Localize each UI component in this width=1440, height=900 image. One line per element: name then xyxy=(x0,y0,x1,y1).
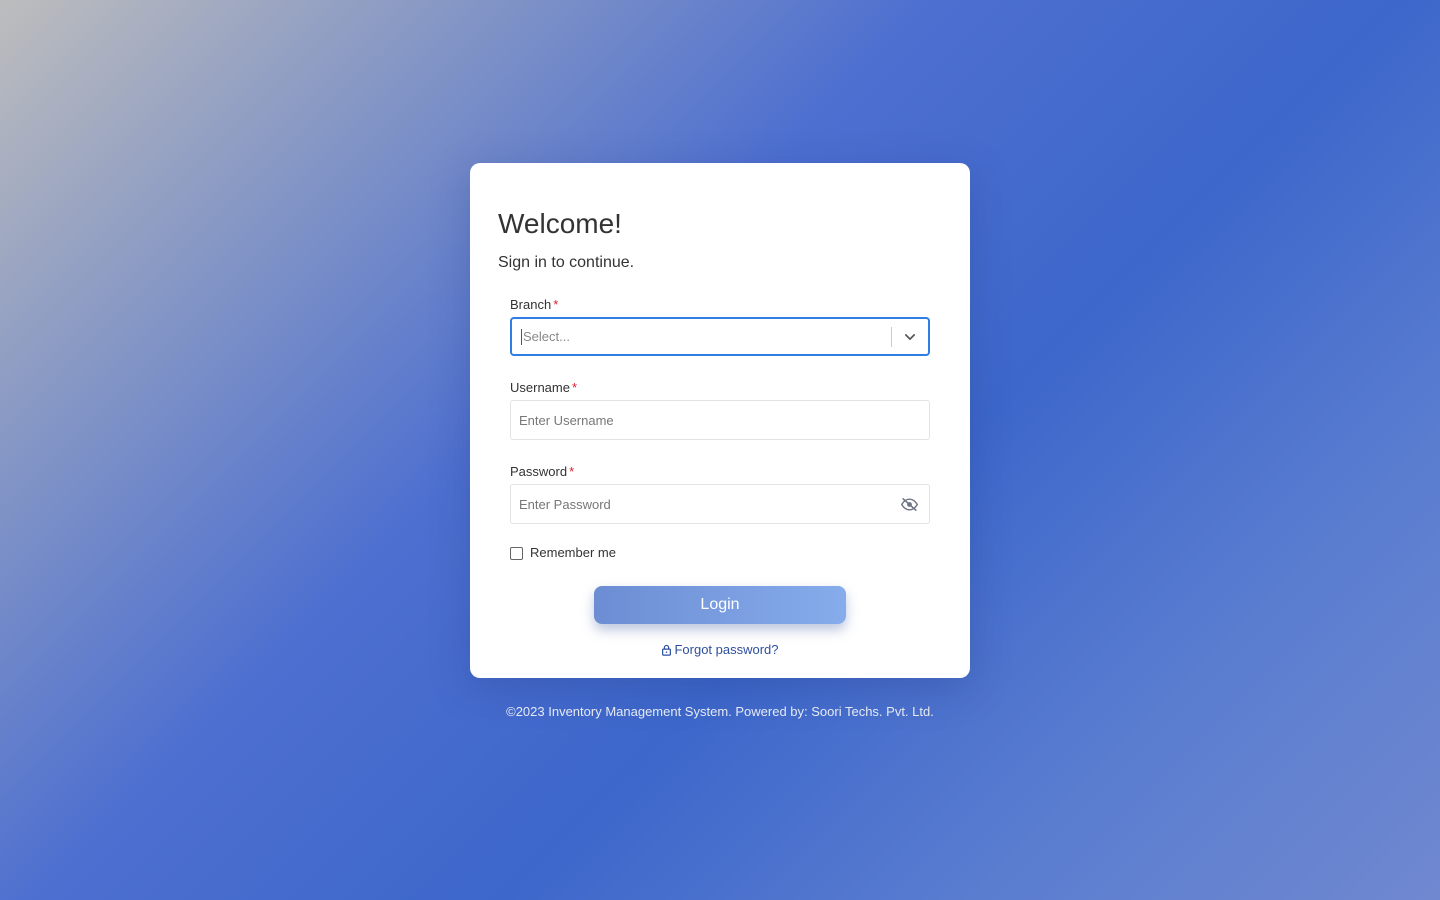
chevron-down-icon[interactable] xyxy=(892,330,928,344)
login-card: Welcome! Sign in to continue. Branch * Se… xyxy=(470,163,970,678)
required-mark: * xyxy=(553,297,559,312)
forgot-password-link[interactable]: Forgot password? xyxy=(510,642,930,657)
signin-subtitle: Sign in to continue. xyxy=(498,254,635,271)
password-wrapper xyxy=(510,484,930,524)
username-input[interactable] xyxy=(510,400,930,440)
remember-label: Remember me xyxy=(530,544,616,560)
eye-slash-icon[interactable] xyxy=(900,498,919,516)
password-group: Password * xyxy=(510,464,930,524)
password-input[interactable] xyxy=(510,484,930,524)
required-mark: * xyxy=(571,380,578,395)
branch-select-placeholder: Select... xyxy=(521,328,891,345)
branch-label-text: Branch xyxy=(510,297,552,312)
login-form: Branch* Select... Username* Password* xyxy=(498,297,942,657)
branch-select[interactable]: Select... xyxy=(510,317,930,356)
login-button[interactable]: Login xyxy=(594,586,846,624)
password-label-text: Password xyxy=(510,464,568,479)
remember-me[interactable]: Remember me xyxy=(510,544,930,560)
branch-group: Branch * Select... xyxy=(510,297,930,356)
password-label: Password * xyxy=(510,464,930,480)
username-label: Username * xyxy=(510,380,930,396)
remember-checkbox[interactable] xyxy=(510,547,523,560)
lock-icon xyxy=(661,644,672,656)
footer-copyright: ©2023 Inventory Management System. Power… xyxy=(506,704,934,719)
username-group: Username * xyxy=(510,380,930,440)
username-label-text: Username xyxy=(510,380,570,395)
welcome-title: Welcome! xyxy=(498,208,622,239)
required-mark: * xyxy=(569,464,575,479)
branch-label: Branch * xyxy=(510,297,930,313)
forgot-password-text: Forgot password? xyxy=(674,642,779,657)
